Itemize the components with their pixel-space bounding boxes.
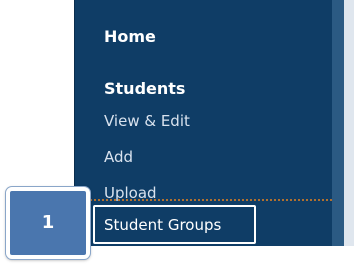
- screenshot-stage: Home Students View & Edit Add Upload Stu…: [0, 0, 354, 268]
- nav-section-students: Students: [104, 79, 186, 98]
- nav-student-groups-label: Student Groups: [104, 216, 222, 234]
- nav-home[interactable]: Home: [104, 28, 156, 46]
- panel-right-strip: [332, 0, 344, 246]
- nav-add[interactable]: Add: [104, 148, 133, 166]
- nav-student-groups[interactable]: Student Groups: [93, 205, 256, 244]
- nav-view-edit[interactable]: View & Edit: [104, 112, 190, 130]
- menu-divider: [74, 199, 332, 201]
- step-number-badge: 1: [6, 187, 90, 259]
- panel-right-edge: [344, 0, 354, 246]
